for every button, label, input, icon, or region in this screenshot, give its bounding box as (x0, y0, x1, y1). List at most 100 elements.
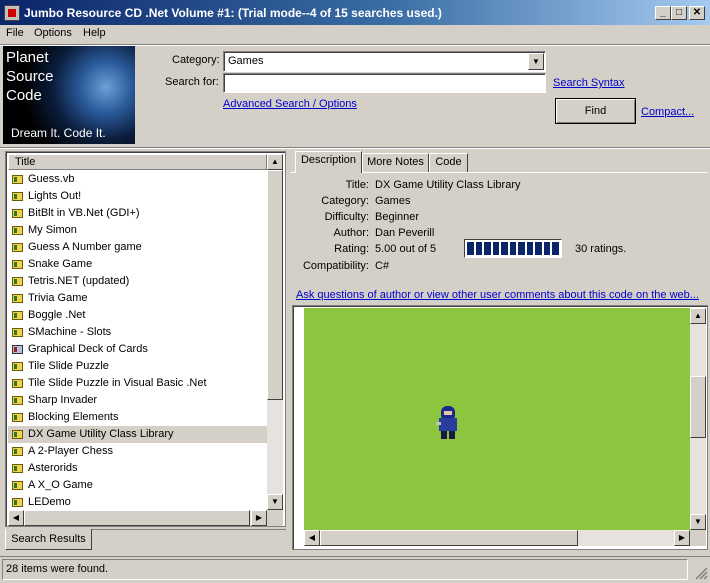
list-item-label: A X_O Game (28, 479, 93, 491)
tab-description[interactable]: Description (295, 151, 362, 173)
search-for-label: Search for: (165, 76, 219, 88)
list-item[interactable]: A X_O Game (8, 477, 267, 494)
list-item[interactable]: DX Game Utility Class Library (8, 426, 267, 443)
list-item[interactable]: Guess.vb (8, 171, 267, 188)
vb-file-icon (12, 396, 23, 405)
menu-file[interactable]: File (6, 27, 24, 39)
list-item[interactable]: Boggle .Net (8, 307, 267, 324)
list-item[interactable]: BitBlt in VB.Net (GDI+) (8, 205, 267, 222)
list-item[interactable]: Guess A Number game (8, 239, 267, 256)
game-sprite-character (436, 406, 460, 440)
category-select[interactable]: Games ▼ (223, 51, 546, 72)
list-item[interactable]: Lights Out! (8, 188, 267, 205)
vb-file-icon (12, 498, 23, 507)
list-item-label: My Simon (28, 224, 77, 236)
chevron-down-icon[interactable]: ▼ (528, 53, 544, 70)
menu-bar: File Options Help (0, 25, 710, 44)
search-syntax-link[interactable]: Search Syntax (553, 77, 625, 89)
list-item-label: DX Game Utility Class Library (28, 428, 174, 440)
list-item[interactable]: My Simon (8, 222, 267, 239)
list-item-label: Tetris.NET (updated) (28, 275, 130, 287)
advanced-search-link[interactable]: Advanced Search / Options (223, 98, 357, 110)
title-bar[interactable]: Jumbo Resource CD .Net Volume #1: (Trial… (0, 0, 710, 25)
list-item[interactable]: LEDemo (8, 494, 267, 511)
vb-file-icon (12, 328, 23, 337)
vb-file-icon (12, 277, 23, 286)
list-item[interactable]: Snake Game (8, 256, 267, 273)
list-item-label: Trivia Game (28, 292, 88, 304)
preview-screenshot (304, 308, 690, 530)
vb-file-icon (12, 447, 23, 456)
rating-bar-fill (467, 242, 560, 255)
list-item[interactable]: Blocking Elements (8, 409, 267, 426)
vb-file-icon (12, 362, 23, 371)
list-item[interactable]: Sharp Invader (8, 392, 267, 409)
maximize-button[interactable]: □ (671, 6, 687, 20)
status-bar: 28 items were found. (0, 556, 710, 583)
list-item-label: Tile Slide Puzzle (28, 360, 109, 372)
scroll-right-icon[interactable]: ▶ (251, 510, 267, 526)
ask-author-link[interactable]: Ask questions of author or view other us… (296, 289, 699, 301)
detail-author-label: Author: (333, 227, 369, 239)
find-button[interactable]: Find (555, 98, 636, 124)
preview-scroll-down-icon[interactable]: ▼ (690, 514, 706, 530)
list-item-label: Sharp Invader (28, 394, 98, 406)
tab-code[interactable]: Code (429, 153, 468, 172)
status-pane: 28 items were found. (2, 559, 688, 580)
find-button-label: Find (584, 105, 607, 117)
list-item[interactable]: Tetris.NET (updated) (8, 273, 267, 290)
column-header-title[interactable]: Title (8, 154, 267, 170)
list-item[interactable]: Tile Slide Puzzle in Visual Basic .Net (8, 375, 267, 392)
vb-file-icon (12, 192, 23, 201)
list-item[interactable]: A 2-Player Chess (8, 443, 267, 460)
resize-grip-icon[interactable] (692, 564, 708, 580)
list-item[interactable]: Asterorids (8, 460, 267, 477)
minimize-button[interactable]: _ (655, 6, 671, 20)
scroll-up-icon[interactable]: ▲ (267, 154, 283, 170)
preview-hscroll-thumb[interactable] (320, 530, 578, 546)
logo-line-3: Code (6, 87, 42, 104)
scroll-left-icon[interactable]: ◀ (8, 510, 24, 526)
tab-more-notes[interactable]: More Notes (362, 153, 429, 172)
list-item-label: Lights Out! (28, 190, 82, 202)
menu-help[interactable]: Help (83, 27, 106, 39)
list-item[interactable]: SMachine - Slots (8, 324, 267, 341)
results-list: Guess.vb Lights Out! BitBlt in VB.Net (GDI… (8, 171, 267, 511)
vb-file-icon (12, 260, 23, 269)
header-divider-highlight (0, 148, 710, 149)
vb-file-icon (12, 430, 23, 439)
compact-link[interactable]: Compact... (641, 106, 694, 118)
vb-file-icon (12, 481, 23, 490)
list-item-label: Guess.vb (28, 173, 75, 185)
list-item-label: Boggle .Net (28, 309, 86, 321)
list-item-label: Snake Game (28, 258, 93, 270)
list-item-label: A 2-Player Chess (28, 445, 113, 457)
rating-bar (464, 239, 562, 258)
results-hscroll-thumb[interactable] (24, 510, 250, 526)
list-item[interactable]: Tile Slide Puzzle (8, 358, 267, 375)
preview-scroll-right-icon[interactable]: ▶ (674, 530, 690, 546)
vb-file-icon (12, 226, 23, 235)
list-item[interactable]: Trivia Game (8, 290, 267, 307)
rating-count: 30 ratings. (575, 243, 627, 255)
vb-file-icon (12, 294, 23, 303)
vb-file-icon (12, 379, 23, 388)
scroll-down-icon[interactable]: ▼ (267, 494, 283, 510)
app-icon[interactable] (4, 5, 20, 21)
preview-scroll-left-icon[interactable]: ◀ (304, 530, 320, 546)
list-item-label: Guess A Number game (28, 241, 142, 253)
search-input[interactable] (223, 73, 546, 93)
preview-vscroll-thumb[interactable] (690, 376, 706, 438)
detail-author-value: Dan Peverill (375, 227, 435, 239)
preview-scroll-up-icon[interactable]: ▲ (690, 308, 706, 324)
detail-difficulty-label: Difficulty: (324, 211, 369, 223)
logo-line-1: Planet (6, 49, 49, 66)
menu-options[interactable]: Options (34, 27, 72, 39)
list-item[interactable]: Graphical Deck of Cards (8, 341, 267, 358)
tab-search-results[interactable]: Search Results (5, 529, 92, 550)
list-item-label: Tile Slide Puzzle in Visual Basic .Net (28, 377, 207, 389)
vb-file-icon (12, 209, 23, 218)
detail-rating-label: Rating: (334, 243, 369, 255)
close-button[interactable]: ✕ (689, 6, 705, 20)
detail-rating-value: 5.00 out of 5 (375, 243, 437, 255)
